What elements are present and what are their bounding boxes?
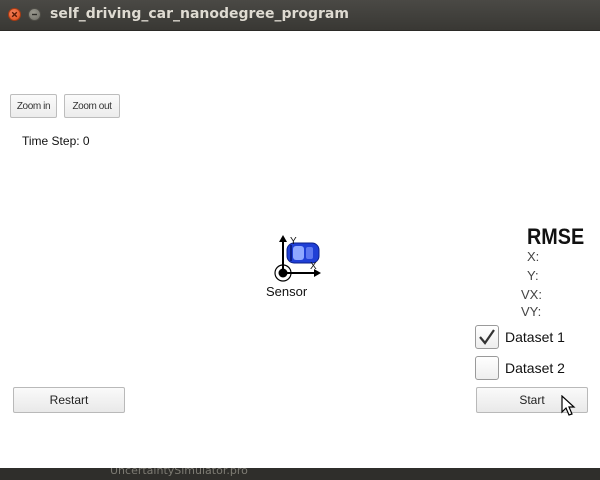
taskbar-strip: UncertaintySimulator.pro (0, 468, 600, 480)
simulator-canvas: Zoom in Zoom out Time Step: 0 Y X Sensor… (0, 31, 600, 468)
close-window-button[interactable] (8, 8, 21, 21)
axis-y-label: Y (290, 236, 297, 247)
rmse-vx-label: VX: (521, 287, 542, 302)
checkmark-icon (479, 329, 495, 345)
rmse-vy-label: VY: (521, 304, 542, 319)
time-step-label: Time Step: 0 (22, 134, 90, 148)
window-titlebar: self_driving_car_nanodegree_program (0, 0, 600, 31)
rmse-x-label: X: (527, 249, 540, 264)
close-icon (11, 11, 18, 18)
zoom-out-button[interactable]: Zoom out (64, 94, 120, 118)
rmse-title: RMSE (527, 224, 585, 249)
vehicle-scene: Y X (274, 235, 321, 282)
window-title: self_driving_car_nanodegree_program (50, 6, 349, 22)
dataset-2-checkbox[interactable] (475, 356, 499, 380)
dataset-1-label[interactable]: Dataset 1 (505, 329, 565, 345)
zoom-in-button[interactable]: Zoom in (10, 94, 57, 118)
minimize-icon (32, 13, 37, 16)
sensor-label: Sensor (266, 284, 308, 299)
minimize-window-button[interactable] (28, 8, 41, 21)
rmse-y-label: Y: (527, 268, 539, 283)
mouse-pointer-icon (561, 395, 576, 416)
dataset-1-checkbox[interactable] (475, 325, 499, 349)
taskbar-fragment: UncertaintySimulator.pro (110, 468, 248, 477)
dataset-2-label[interactable]: Dataset 2 (505, 360, 565, 376)
restart-button[interactable]: Restart (13, 387, 125, 413)
axis-x-label: X (310, 261, 317, 272)
y-axis-arrow-icon (279, 235, 287, 273)
